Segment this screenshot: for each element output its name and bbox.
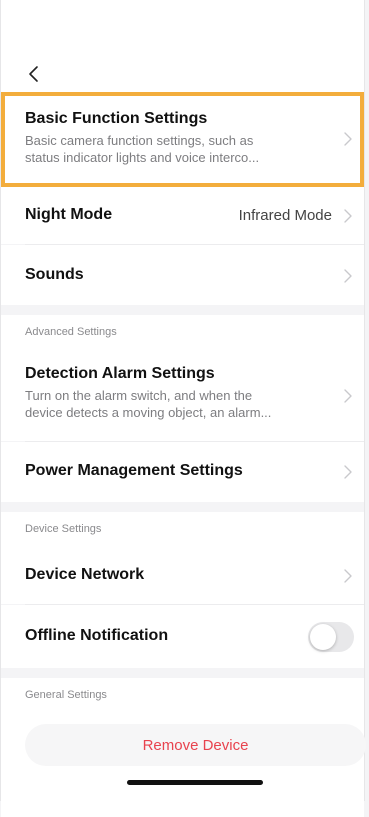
sounds-label: Sounds	[25, 266, 84, 283]
basic-function-desc-line1: Basic camera function settings, such as	[25, 133, 254, 148]
general-settings-header: General Settings	[1, 678, 364, 716]
detection-alarm-desc-line2: device detects a moving object, an alarm…	[25, 405, 272, 420]
top-bar	[1, 0, 364, 92]
device-network-item[interactable]: Device Network	[1, 548, 364, 604]
offline-notification-item: Offline Notification	[1, 605, 364, 668]
home-indicator	[127, 780, 263, 785]
chevron-right-icon	[344, 465, 352, 479]
settings-screen: Basic Function Settings Basic camera fun…	[0, 0, 366, 817]
basic-function-desc: Basic camera function settings, such as …	[25, 132, 364, 166]
chevron-right-icon	[344, 209, 352, 223]
chevron-right-icon	[344, 269, 352, 283]
offline-notification-toggle[interactable]	[308, 622, 354, 652]
chevron-left-icon	[29, 66, 38, 82]
section-gap	[1, 668, 364, 678]
section-gap	[1, 305, 364, 315]
chevron-right-icon	[344, 569, 352, 583]
night-mode-value: Infrared Mode	[238, 207, 332, 224]
advanced-settings-header: Advanced Settings	[1, 315, 364, 349]
offline-notification-label: Offline Notification	[25, 627, 169, 644]
device-settings-header: Device Settings	[1, 512, 364, 548]
chevron-right-icon	[344, 389, 352, 403]
chevron-right-icon	[344, 132, 352, 146]
night-mode-label: Night Mode	[25, 206, 113, 223]
power-management-label: Power Management Settings	[25, 462, 243, 479]
detection-alarm-desc: Turn on the alarm switch, and when the d…	[25, 387, 364, 421]
basic-function-settings-item[interactable]: Basic Function Settings Basic camera fun…	[1, 92, 364, 187]
section-gap	[1, 502, 364, 512]
detection-alarm-title: Detection Alarm Settings	[25, 365, 215, 382]
toggle-knob	[310, 624, 336, 650]
basic-function-title: Basic Function Settings	[25, 110, 208, 127]
detection-alarm-desc-line1: Turn on the alarm switch, and when the	[25, 388, 253, 403]
basic-function-desc-line2: status indicator lights and voice interc…	[25, 150, 260, 165]
device-network-label: Device Network	[25, 566, 145, 583]
back-button[interactable]	[27, 64, 41, 84]
sounds-item[interactable]: Sounds	[1, 245, 364, 305]
remove-device-button[interactable]: Remove Device	[25, 724, 366, 766]
detection-alarm-settings-item[interactable]: Detection Alarm Settings Turn on the ala…	[1, 349, 364, 441]
remove-device-section: Remove Device	[1, 716, 366, 817]
night-mode-item[interactable]: Night Mode Infrared Mode	[1, 187, 364, 244]
power-management-settings-item[interactable]: Power Management Settings	[1, 442, 364, 502]
